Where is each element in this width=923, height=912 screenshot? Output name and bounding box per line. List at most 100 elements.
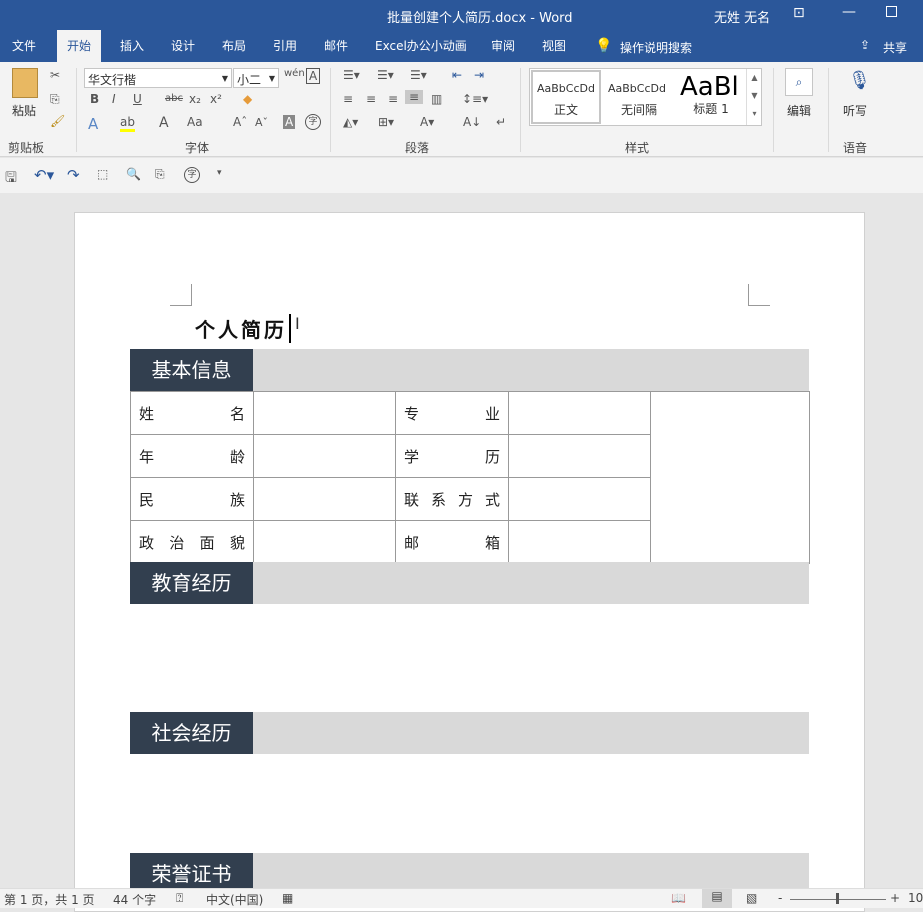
page-icon[interactable]: ⎘ <box>155 167 165 182</box>
value-cell[interactable] <box>254 521 396 564</box>
tab-review[interactable]: 审阅 <box>481 30 525 62</box>
page-count[interactable]: 第 1 页，共 1 页 <box>4 891 95 908</box>
title-bar: 批量创建个人简历.docx - Word 无姓 无名 ⊡ — <box>0 0 923 30</box>
tab-mailings[interactable]: 邮件 <box>314 30 358 62</box>
user-name[interactable]: 无姓 无名 <box>714 7 770 26</box>
tab-layout[interactable]: 布局 <box>212 30 256 62</box>
character-border-icon[interactable]: A <box>306 68 320 84</box>
editing-button[interactable]: 编辑 <box>787 102 811 119</box>
web-layout-icon[interactable]: ▧ <box>746 891 757 905</box>
bold-button[interactable]: B <box>90 92 99 106</box>
line-spacing-icon[interactable]: ↕≡▾ <box>462 92 488 106</box>
superscript-button[interactable]: x² <box>210 92 222 106</box>
minimize-button[interactable]: — <box>842 4 856 20</box>
value-cell[interactable] <box>509 392 651 435</box>
decrease-indent-icon[interactable]: ⇤ <box>452 68 462 82</box>
customize-qat-icon[interactable]: ▾ <box>217 168 222 178</box>
value-cell[interactable] <box>509 435 651 478</box>
save-icon[interactable]: 🖫 <box>5 167 17 191</box>
zoom-level[interactable]: 10 <box>908 891 923 905</box>
label-cell: 专业 <box>396 392 509 435</box>
maximize-button[interactable] <box>886 6 897 17</box>
value-cell[interactable] <box>254 478 396 521</box>
document-title[interactable]: 个人简历 <box>195 314 291 343</box>
change-case-icon[interactable]: Aa <box>187 115 203 129</box>
value-cell[interactable] <box>254 435 396 478</box>
margin-corner <box>748 284 770 306</box>
select-objects-icon[interactable]: ⬚ <box>97 167 108 181</box>
font-size-select[interactable]: 小二▼ <box>233 68 279 88</box>
search-icon[interactable]: ⌕ <box>785 68 813 96</box>
tab-home[interactable]: 开始 <box>57 30 101 62</box>
microphone-icon[interactable]: 🎙 <box>848 70 871 91</box>
word-count[interactable]: 44 个字 <box>113 891 156 908</box>
tab-view[interactable]: 视图 <box>532 30 576 62</box>
multilevel-list-icon[interactable]: ☰▾ <box>410 68 427 82</box>
paste-icon[interactable] <box>12 68 38 98</box>
tab-excel-anim[interactable]: Excel办公小动画 <box>365 30 477 62</box>
increase-indent-icon[interactable]: ⇥ <box>474 68 484 82</box>
paste-button[interactable]: 粘贴 <box>12 102 36 119</box>
subscript-button[interactable]: x₂ <box>189 92 201 106</box>
read-mode-icon[interactable]: 📖 <box>671 891 686 905</box>
shrink-font-icon[interactable]: Aˇ <box>255 116 268 129</box>
style-no-spacing[interactable]: AaBbCcDd 无间隔 <box>604 70 674 124</box>
enclose-character-icon[interactable]: 字 <box>305 114 321 130</box>
shading-icon[interactable]: ◭▾ <box>343 115 358 129</box>
print-preview-icon[interactable]: 🔍 <box>126 167 141 181</box>
language[interactable]: 中文(中国) <box>206 891 263 908</box>
font-color-icon[interactable]: A <box>159 115 169 131</box>
styles-scroll[interactable]: ▲▼▾ <box>746 69 762 125</box>
value-cell[interactable] <box>509 478 651 521</box>
zoom-out-button[interactable]: - <box>778 891 782 905</box>
macro-icon[interactable]: ▦ <box>282 891 293 905</box>
tab-file[interactable]: 文件 <box>2 30 46 62</box>
section-social: 社会经历 <box>130 712 809 754</box>
borders-icon[interactable]: ⊞▾ <box>378 115 394 129</box>
format-painter-icon[interactable]: 🖌 <box>50 114 65 128</box>
tab-insert[interactable]: 插入 <box>110 30 154 62</box>
redo-icon[interactable]: ↷ <box>67 166 80 184</box>
tab-references[interactable]: 引用 <box>263 30 307 62</box>
grow-font-icon[interactable]: Aˆ <box>233 115 247 129</box>
italic-button[interactable]: I <box>112 92 116 106</box>
show-marks-icon[interactable]: ↵ <box>496 115 506 129</box>
style-heading-1[interactable]: AaBl 标题 1 <box>678 70 744 124</box>
bullets-icon[interactable]: ☰▾ <box>343 68 360 82</box>
align-right-icon[interactable]: ≡ <box>388 92 398 106</box>
text-effects-icon[interactable]: A <box>88 115 98 133</box>
justify-icon[interactable]: ≡ <box>405 90 423 104</box>
font-name-select[interactable]: 华文行楷▼ <box>84 68 232 88</box>
style-normal[interactable]: AaBbCcDd 正文 <box>531 70 601 124</box>
tell-me-search[interactable]: 操作说明搜索 <box>620 39 692 56</box>
zoom-slider-thumb[interactable] <box>836 893 839 904</box>
undo-icon[interactable]: ↶▾ <box>34 166 54 184</box>
cut-icon[interactable]: ✂ <box>50 68 60 82</box>
align-left-icon[interactable]: ≡ <box>343 92 353 106</box>
numbering-icon[interactable]: ☰▾ <box>377 68 394 82</box>
style-name: 无间隔 <box>604 101 674 118</box>
tab-design[interactable]: 设计 <box>161 30 205 62</box>
phonetic-guide-icon[interactable]: wén <box>284 68 305 79</box>
proofing-icon[interactable]: ⍰ <box>176 891 183 906</box>
quick-access-toolbar: 🖫 ↶▾ ↷ ⬚ 🔍 ⎘ 字 ▾ <box>0 158 923 193</box>
align-center-icon[interactable]: ≡ <box>366 92 376 106</box>
value-cell[interactable] <box>509 521 651 564</box>
enclose-character-icon[interactable]: 字 <box>184 167 200 183</box>
photo-cell[interactable] <box>651 392 810 564</box>
underline-button[interactable]: U <box>133 92 142 106</box>
strikethrough-button[interactable]: abc <box>165 93 183 104</box>
print-layout-icon[interactable]: ▤ <box>702 889 732 908</box>
highlight-icon[interactable]: ab <box>120 115 135 132</box>
copy-icon[interactable]: ⎘ <box>50 92 60 107</box>
asian-layout-icon[interactable]: A▾ <box>420 115 434 129</box>
share-button[interactable]: 共享 <box>883 39 907 56</box>
zoom-in-button[interactable]: + <box>890 891 900 905</box>
distributed-icon[interactable]: ▥ <box>431 92 442 106</box>
value-cell[interactable] <box>254 392 396 435</box>
clear-formatting-icon[interactable]: ◆ <box>243 92 252 106</box>
ribbon-display-icon[interactable]: ⊡ <box>793 5 805 21</box>
character-shading-icon[interactable]: A <box>283 115 295 129</box>
dictate-button[interactable]: 听写 <box>843 102 867 119</box>
sort-icon[interactable]: A↓ <box>463 115 481 129</box>
